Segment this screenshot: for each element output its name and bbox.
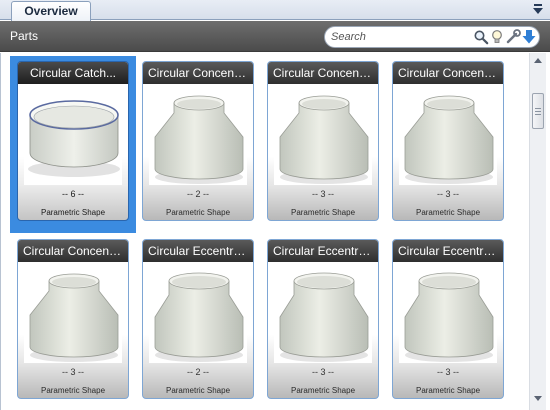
part-tile[interactable]: Circular Concentric... -- 3 -- Parametric … [267,61,379,221]
part-card[interactable]: Circular Concentric... -- 3 -- Parametric … [10,234,136,410]
part-count: -- 3 -- [312,189,334,199]
part-count: -- 3 -- [62,367,84,377]
section-title: Parts [10,29,39,43]
wrench-icon[interactable] [505,29,521,45]
download-arrow-icon[interactable] [521,29,537,45]
part-thumbnail [399,89,497,185]
parts-browser-window: Overview Parts Circular Catch... -- 6 -- P… [0,0,550,410]
magnifier-icon[interactable] [473,29,489,45]
part-thumbnail [24,267,122,363]
part-thumbnail [274,267,372,363]
lightbulb-icon[interactable] [489,29,505,45]
part-type: Parametric Shape [40,386,106,395]
part-name: Circular Eccentric... [268,240,378,262]
part-type: Parametric Shape [165,208,231,217]
part-count: -- 2 -- [187,189,209,199]
part-name: Circular Catch... [18,62,128,84]
part-name: Circular Concentric... [393,62,503,84]
part-thumbnail [399,267,497,363]
part-count: -- 6 -- [62,189,84,199]
part-type: Parametric Shape [290,208,356,217]
search-box [324,26,540,48]
part-card[interactable]: Circular Eccentric... -- 3 -- Parametric S… [385,234,511,410]
part-thumbnail [149,267,247,363]
part-count: -- 3 -- [437,189,459,199]
search-input[interactable] [331,29,471,45]
part-tile[interactable]: Circular Concentric... -- 3 -- Parametric … [17,239,129,399]
part-type: Parametric Shape [40,208,106,217]
part-tile[interactable]: Circular Concentric... -- 2 -- Parametric … [142,61,254,221]
part-name: Circular Eccentric... [393,240,503,262]
part-thumbnail [149,89,247,185]
part-tile[interactable]: Circular Eccentric... -- 2 -- Parametric S… [142,239,254,399]
tab-overview[interactable]: Overview [11,1,91,21]
part-tile[interactable]: Circular Eccentric... -- 3 -- Parametric S… [267,239,379,399]
part-tile[interactable]: Circular Concentric... -- 3 -- Parametric … [392,61,504,221]
part-type: Parametric Shape [415,386,481,395]
scroll-down-icon[interactable] [533,394,543,404]
part-thumbnail [24,89,122,185]
parts-grid: Circular Catch... -- 6 -- Parametric Shape… [0,53,529,410]
part-count: -- 2 -- [187,367,209,377]
part-name: Circular Concentric... [268,62,378,84]
part-card[interactable]: Circular Eccentric... -- 3 -- Parametric S… [260,234,386,410]
part-count: -- 3 -- [437,367,459,377]
vertical-scrollbar[interactable] [529,53,546,410]
part-type: Parametric Shape [290,386,356,395]
part-count: -- 3 -- [312,367,334,377]
part-card[interactable]: Circular Concentric... -- 2 -- Parametric … [135,56,261,233]
part-tile[interactable]: Circular Eccentric... -- 3 -- Parametric S… [392,239,504,399]
part-type: Parametric Shape [165,386,231,395]
part-tile[interactable]: Circular Catch... -- 6 -- Parametric Shape [17,61,129,221]
scroll-up-icon[interactable] [533,56,543,66]
part-name: Circular Concentric... [18,240,128,262]
part-card[interactable]: Circular Concentric... -- 3 -- Parametric … [385,56,511,233]
parts-header: Parts [0,21,550,52]
tab-dropdown-icon[interactable] [532,3,544,16]
part-name: Circular Concentric... [143,62,253,84]
part-card[interactable]: Circular Catch... -- 6 -- Parametric Shape [10,56,136,233]
tab-strip: Overview [0,0,550,21]
part-type: Parametric Shape [415,208,481,217]
part-card[interactable]: Circular Concentric... -- 3 -- Parametric … [260,56,386,233]
part-thumbnail [274,89,372,185]
scroll-thumb[interactable] [532,93,544,129]
part-card[interactable]: Circular Eccentric... -- 2 -- Parametric S… [135,234,261,410]
part-name: Circular Eccentric... [143,240,253,262]
